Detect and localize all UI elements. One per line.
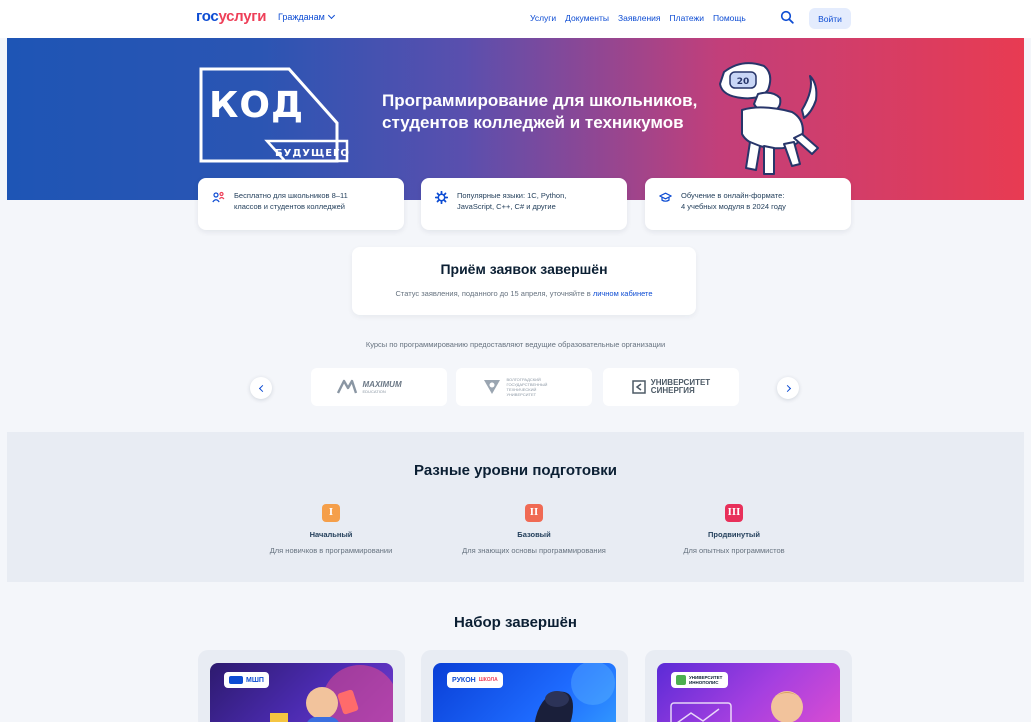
level-badge: II [525,504,543,522]
students-icon [212,191,225,203]
search-icon[interactable] [780,10,794,24]
course-card-innopolis[interactable]: УНИВЕРСИТЕТ ИННОПОЛИС [645,650,852,722]
main-nav: Услуги Документы Заявления Платежи Помощ… [530,13,746,23]
kod-budushchego-logo: КОД БУДУЩЕГО [199,67,350,163]
applications-closed-text: Статус заявления, поданного до 15 апреля… [395,289,653,298]
audience-dropdown[interactable]: Гражданам [278,11,335,22]
level-badge: I [322,504,340,522]
nav-help[interactable]: Помощь [713,13,746,23]
maximum-logo-icon [336,379,357,394]
course-tag: РУКОН ШКОЛА [447,672,503,688]
login-button[interactable]: Войти [809,8,851,29]
svg-text:20: 20 [737,77,750,87]
synergy-logo-icon [632,380,646,394]
nav-payments[interactable]: Платежи [670,13,704,23]
level-beginner: I Начальный Для новичков в программирова… [231,504,431,555]
feature-card-languages: Популярные языки: 1С, Python, JavaScript… [421,178,627,230]
feature-card-online: Обучение в онлайн-формате: 4 учебных мод… [645,178,851,230]
levels-section: Разные уровни подготовки I Начальный Для… [7,432,1024,582]
level-badge: III [725,504,743,522]
carousel-prev-button[interactable] [250,377,272,399]
course-tag: МШП [224,672,269,688]
applications-closed-card: Приём заявок завершён Статус заявления, … [352,247,696,315]
applications-closed-title: Приём заявок завершён [440,261,608,277]
carousel-next-button[interactable] [777,377,799,399]
svg-text:БУДУЩЕГО: БУДУЩЕГО [275,148,350,159]
feature-card-free: Бесплатно для школьников 8–11 классов и … [198,178,404,230]
org-logo-synergy[interactable]: УНИВЕРСИТЕТ СИНЕРГИЯ [603,368,739,406]
graduation-cap-icon [659,192,672,202]
nav-documents[interactable]: Документы [565,13,609,23]
innopolis-logo-icon [676,675,686,685]
hero-banner: КОД БУДУЩЕГО Программирование для школьн… [7,38,1024,200]
chevron-down-icon [327,11,335,20]
course-card-mshp[interactable]: МШП [198,650,405,722]
course-tag: УНИВЕРСИТЕТ ИННОПОЛИС [671,672,728,688]
levels-title: Разные уровни подготовки [414,462,617,479]
chevron-left-icon [258,384,266,392]
robot-dog-illustration: 20 [719,62,819,175]
hero-title: Программирование для школьников, студент… [382,91,698,132]
mshp-logo-icon [229,676,243,684]
recruitment-title: Набор завершён [454,614,577,631]
nav-applications[interactable]: Заявления [618,13,661,23]
org-logo-maximum[interactable]: MAXIMUM EDUCATION [311,368,447,406]
organizations-caption: Курсы по программированию предоставляют … [365,340,666,349]
level-advanced: III Продвинутый Для опытных программисто… [634,504,834,555]
level-basic: II Базовый Для знающих основы программир… [434,504,634,555]
svg-text:КОД: КОД [209,85,304,126]
org-logo-vstu[interactable]: ВОЛГОГРАДСКИЙ ГОСУДАРСТВЕННЫЙ ТЕХНИЧЕСКИ… [456,368,592,406]
site-header: госуслуги Гражданам Услуги Документы Зая… [0,0,1031,38]
vstu-emblem-icon [483,380,500,394]
gear-icon [435,191,448,204]
personal-account-link[interactable]: личном кабинете [593,289,653,298]
nav-services[interactable]: Услуги [530,13,556,23]
course-card-rukon[interactable]: РУКОН ШКОЛА [421,650,628,722]
chevron-right-icon [783,384,791,392]
gosuslugi-logo[interactable]: госуслуги [196,8,266,25]
